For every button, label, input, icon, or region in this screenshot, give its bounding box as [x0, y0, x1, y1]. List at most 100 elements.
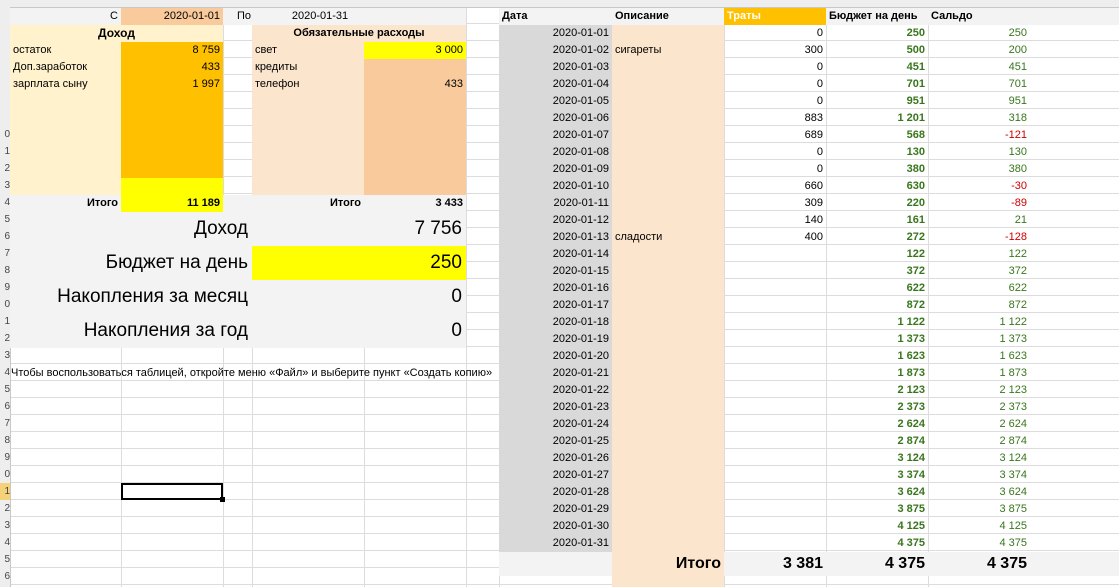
table-total-budget[interactable]: 4 375	[826, 552, 928, 576]
row-description[interactable]	[612, 161, 724, 178]
row-number[interactable]: 7	[0, 415, 10, 432]
row-balance[interactable]: 1 623	[928, 348, 1030, 365]
row-description[interactable]	[612, 263, 724, 280]
expense-item-name[interactable]: свет	[252, 42, 364, 59]
row-description[interactable]	[612, 297, 724, 314]
row-number[interactable]	[0, 109, 10, 126]
row-number[interactable]: 4	[0, 194, 10, 211]
row-spent[interactable]	[724, 501, 826, 518]
row-budget[interactable]: 130	[826, 144, 928, 161]
row-description[interactable]	[612, 110, 724, 127]
row-description[interactable]	[612, 314, 724, 331]
row-date[interactable]: 2020-01-16	[499, 280, 612, 297]
row-description[interactable]	[612, 331, 724, 348]
row-number[interactable]: 6	[0, 228, 10, 245]
row-number[interactable]	[0, 41, 10, 58]
row-date[interactable]: 2020-01-05	[499, 93, 612, 110]
row-budget[interactable]: 3 124	[826, 450, 928, 467]
row-budget[interactable]: 1 373	[826, 331, 928, 348]
row-description[interactable]	[612, 518, 724, 535]
row-budget[interactable]: 220	[826, 195, 928, 212]
row-date[interactable]: 2020-01-17	[499, 297, 612, 314]
row-balance[interactable]: 2 373	[928, 399, 1030, 416]
expense-item-value[interactable]: 3 000	[364, 42, 466, 59]
row-number[interactable]: 2	[0, 500, 10, 517]
row-budget[interactable]: 122	[826, 246, 928, 263]
row-spent[interactable]	[724, 331, 826, 348]
row-balance[interactable]: 200	[928, 42, 1030, 59]
row-spent[interactable]: 689	[724, 127, 826, 144]
row-balance[interactable]: -121	[928, 127, 1030, 144]
row-number[interactable]	[0, 92, 10, 109]
row-budget[interactable]: 1 201	[826, 110, 928, 127]
row-description[interactable]	[612, 348, 724, 365]
row-date[interactable]: 2020-01-19	[499, 331, 612, 348]
row-spent[interactable]: 0	[724, 59, 826, 76]
row-balance[interactable]: 451	[928, 59, 1030, 76]
row-balance[interactable]: 622	[928, 280, 1030, 297]
from-date-cell[interactable]: 2020-01-01	[121, 8, 223, 25]
row-balance[interactable]: 250	[928, 25, 1030, 42]
row-budget[interactable]: 272	[826, 229, 928, 246]
row-budget[interactable]: 3 624	[826, 484, 928, 501]
row-date[interactable]: 2020-01-09	[499, 161, 612, 178]
row-description[interactable]	[612, 76, 724, 93]
row-spent[interactable]	[724, 450, 826, 467]
row-number[interactable]	[0, 75, 10, 92]
row-balance[interactable]: 122	[928, 246, 1030, 263]
row-spent[interactable]	[724, 246, 826, 263]
row-balance[interactable]: 2 874	[928, 433, 1030, 450]
row-spent[interactable]: 400	[724, 229, 826, 246]
row-description[interactable]	[612, 535, 724, 552]
row-balance[interactable]: -128	[928, 229, 1030, 246]
row-date[interactable]: 2020-01-20	[499, 348, 612, 365]
row-date[interactable]: 2020-01-03	[499, 59, 612, 76]
row-number[interactable]: 7	[0, 245, 10, 262]
row-balance[interactable]: 1 873	[928, 365, 1030, 382]
fill-handle[interactable]	[220, 497, 225, 502]
row-number[interactable]: 8	[0, 432, 10, 449]
row-balance[interactable]: 1 373	[928, 331, 1030, 348]
row-spent[interactable]	[724, 467, 826, 484]
row-balance[interactable]: 1 122	[928, 314, 1030, 331]
column-header-description[interactable]: Описание	[612, 8, 724, 25]
row-budget[interactable]: 451	[826, 59, 928, 76]
row-date[interactable]: 2020-01-29	[499, 501, 612, 518]
column-header-balance[interactable]: Сальдо	[928, 8, 1030, 25]
row-date[interactable]: 2020-01-04	[499, 76, 612, 93]
row-number[interactable]: 5	[0, 381, 10, 398]
row-description[interactable]	[612, 59, 724, 76]
row-budget[interactable]: 372	[826, 263, 928, 280]
row-description[interactable]	[612, 178, 724, 195]
row-description[interactable]	[612, 93, 724, 110]
row-budget[interactable]: 500	[826, 42, 928, 59]
row-spent[interactable]: 0	[724, 93, 826, 110]
row-budget[interactable]: 380	[826, 161, 928, 178]
table-total-balance[interactable]: 4 375	[928, 552, 1030, 576]
row-balance[interactable]: 701	[928, 76, 1030, 93]
row-number[interactable]: 6	[0, 568, 10, 585]
row-date[interactable]: 2020-01-23	[499, 399, 612, 416]
row-description[interactable]	[612, 365, 724, 382]
row-date[interactable]: 2020-01-21	[499, 365, 612, 382]
row-description[interactable]	[612, 212, 724, 229]
row-number[interactable]: 4	[0, 364, 10, 381]
row-number[interactable]	[0, 7, 10, 24]
row-balance[interactable]: 318	[928, 110, 1030, 127]
row-spent[interactable]	[724, 382, 826, 399]
row-number[interactable]: 1	[0, 313, 10, 330]
row-spent[interactable]: 309	[724, 195, 826, 212]
row-date[interactable]: 2020-01-07	[499, 127, 612, 144]
row-number[interactable]: 0	[0, 466, 10, 483]
row-date[interactable]: 2020-01-11	[499, 195, 612, 212]
row-spent[interactable]	[724, 484, 826, 501]
row-date[interactable]: 2020-01-13	[499, 229, 612, 246]
column-header-strip[interactable]	[0, 0, 1119, 8]
row-date[interactable]: 2020-01-02	[499, 42, 612, 59]
expense-item-value[interactable]	[364, 59, 466, 76]
column-header-date[interactable]: Дата	[499, 8, 612, 25]
row-description[interactable]	[612, 280, 724, 297]
row-spent[interactable]	[724, 348, 826, 365]
column-header-spent[interactable]: Траты	[724, 8, 826, 25]
row-number[interactable]	[0, 24, 10, 41]
